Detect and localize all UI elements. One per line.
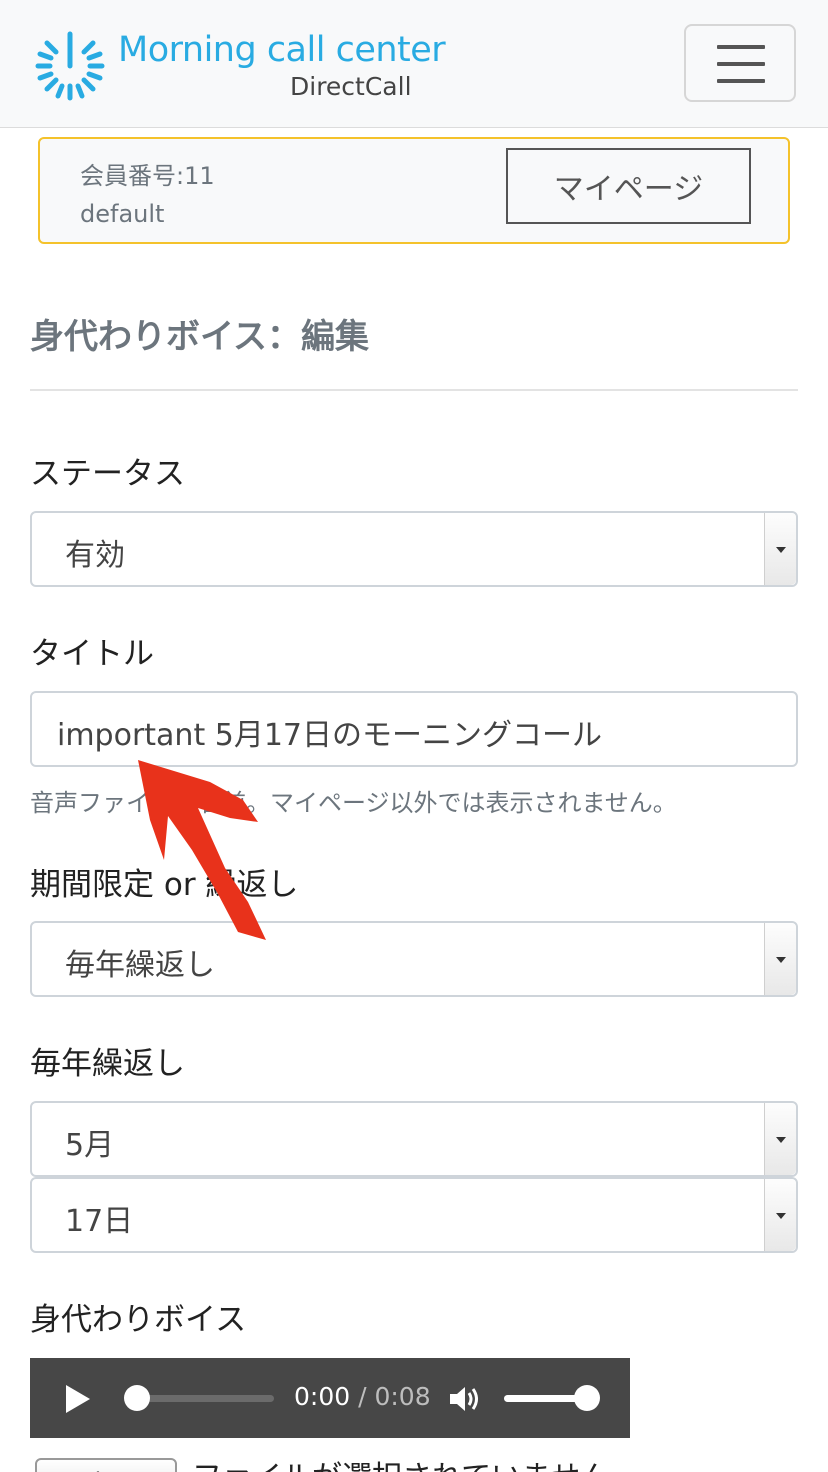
play-icon[interactable] [66, 1385, 90, 1413]
title-input[interactable]: important 5月17日のモーニングコール [30, 691, 798, 767]
brand-subtitle: DirectCall [290, 72, 412, 101]
day-select-value: 17日 [65, 1204, 134, 1239]
file-status-text: ファイルが選択されていません [192, 1452, 610, 1472]
period-select-value: 毎年繰返し [65, 948, 215, 983]
member-name: default [80, 200, 165, 228]
period-select[interactable]: 毎年繰返し [30, 921, 798, 997]
title-input-value: important 5月17日のモーニングコール [57, 718, 603, 753]
chevron-down-icon [764, 923, 796, 995]
day-select[interactable]: 17日 [30, 1177, 798, 1253]
audio-seek-thumb[interactable] [124, 1385, 150, 1411]
chevron-down-icon [764, 1179, 796, 1251]
audio-duration: 0:08 [374, 1382, 431, 1411]
page-title: 身代わりボイス：編集 [30, 317, 369, 357]
yearly-label: 毎年繰返し [30, 1046, 185, 1082]
member-number: 会員番号:11 [80, 162, 215, 190]
member-info-box: 会員番号:11 default マイページ [38, 137, 790, 244]
month-select-value: 5月 [65, 1128, 115, 1163]
month-select[interactable]: 5月 [30, 1101, 798, 1177]
brand-logo[interactable]: Morning call center DirectCall [30, 26, 450, 106]
volume-icon[interactable] [448, 1384, 482, 1414]
title-help-text: 音声ファイルの名前。マイページ以外では表示されません。 [30, 789, 677, 817]
status-select[interactable]: 有効 [30, 511, 798, 587]
period-label: 期間限定 or 繰返し [30, 867, 299, 903]
divider [30, 389, 798, 391]
voice-label: 身代わりボイス [30, 1302, 247, 1338]
mypage-button[interactable]: マイページ [506, 148, 751, 224]
audio-player: 0:00 / 0:08 [30, 1358, 630, 1438]
title-label: タイトル [30, 636, 154, 672]
brand-name: Morning call center [118, 30, 446, 70]
status-select-value: 有効 [65, 538, 125, 573]
audio-time-separator: / [350, 1382, 375, 1411]
navbar: Morning call center DirectCall [0, 0, 828, 128]
hamburger-menu-button[interactable] [684, 24, 796, 102]
hamburger-menu-icon [717, 45, 765, 49]
audio-current-time: 0:00 [294, 1382, 351, 1411]
file-select-button[interactable]: 選択 [35, 1458, 177, 1472]
status-label: ステータス [30, 456, 185, 492]
audio-time: 0:00 / 0:08 [294, 1382, 431, 1411]
volume-thumb[interactable] [574, 1385, 600, 1411]
chevron-down-icon [764, 1103, 796, 1175]
chevron-down-icon [764, 513, 796, 585]
hamburger-bar [717, 62, 765, 66]
hamburger-bar [717, 79, 765, 83]
sunburst-logo-icon [35, 31, 105, 101]
